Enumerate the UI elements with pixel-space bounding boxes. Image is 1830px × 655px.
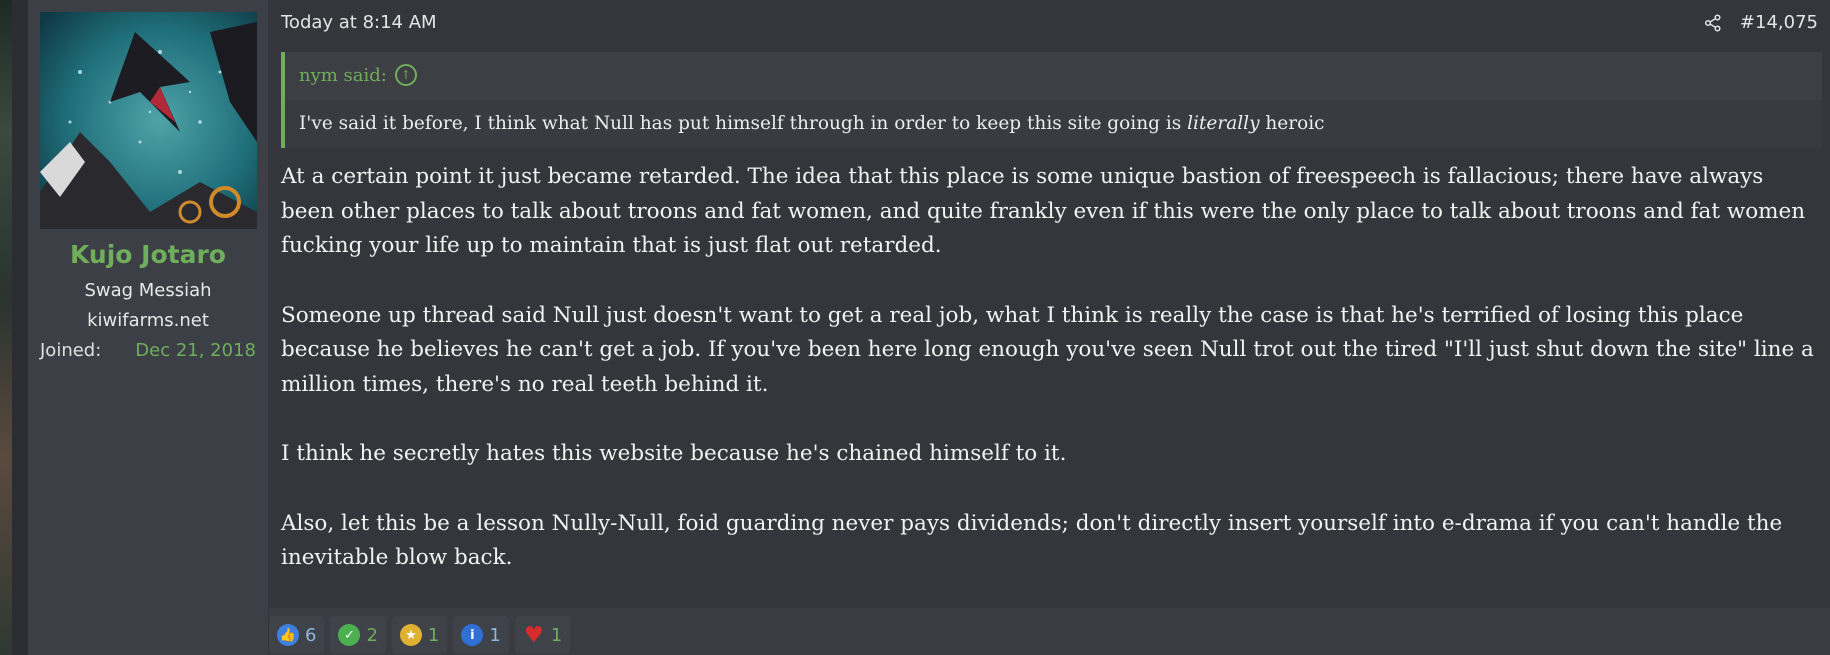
checkmark-icon: ✓ xyxy=(338,624,361,646)
avatar[interactable] xyxy=(40,12,257,229)
heart-icon: ♥ xyxy=(523,622,544,648)
reaction-bar: 👍 6 ✓ 2 ★ 1 i 1 ♥ 1 xyxy=(269,616,571,654)
quote-header[interactable]: nym said: ↑ xyxy=(299,64,417,86)
joined-label: Joined: xyxy=(40,340,102,361)
jump-to-quote-icon[interactable]: ↑ xyxy=(394,64,417,86)
page-edge-background xyxy=(0,0,12,655)
reaction-count: 2 xyxy=(366,624,378,646)
user-title: Swag Messiah xyxy=(84,280,212,301)
thumbs-up-icon: 👍 xyxy=(277,624,299,646)
reaction-count: 1 xyxy=(550,624,563,646)
quote-text: I've said it before, I think what Null h… xyxy=(285,100,1822,148)
reaction-heart[interactable]: ♥ 1 xyxy=(514,616,571,654)
quote-author[interactable]: nym said: xyxy=(299,65,387,86)
post-paragraph: Someone up thread said Null just doesn't… xyxy=(281,302,1814,397)
post-paragraph: At a certain point it just became retard… xyxy=(281,164,1806,258)
username-link[interactable]: Kujo Jotaro xyxy=(28,240,268,269)
reaction-count: 1 xyxy=(489,624,501,646)
post-paragraph: Also, let this be a lesson Nully-Null, f… xyxy=(281,510,1783,571)
forum-post: Kujo Jotaro Swag Messiah kiwifarms.net J… xyxy=(28,0,1830,655)
post-timestamp[interactable]: Today at 8:14 AM xyxy=(281,12,437,33)
reaction-agree[interactable]: ✓ 2 xyxy=(330,616,386,654)
info-icon: i xyxy=(461,624,484,646)
reaction-medal[interactable]: ★ 1 xyxy=(391,616,448,654)
user-site: kiwifarms.net xyxy=(87,310,209,331)
reaction-informative[interactable]: i 1 xyxy=(453,616,509,654)
reaction-count: 1 xyxy=(427,624,440,646)
post-author-sidebar: Kujo Jotaro Swag Messiah kiwifarms.net J… xyxy=(28,0,269,655)
medal-icon: ★ xyxy=(399,624,422,646)
post-tools: #14,075 xyxy=(1704,12,1818,33)
joined-date: Dec 21, 2018 xyxy=(135,340,256,361)
post-number-link[interactable]: #14,075 xyxy=(1740,12,1818,33)
post-body: At a certain point it just became retard… xyxy=(281,160,1821,611)
post-main: Today at 8:14 AM #14,075 nym said: ↑ I'v… xyxy=(269,0,1830,608)
reaction-count: 6 xyxy=(305,624,317,646)
post-paragraph: I think he secretly hates this website b… xyxy=(281,441,1067,466)
share-icon[interactable] xyxy=(1704,13,1722,32)
quote-block: nym said: ↑ I've said it before, I think… xyxy=(281,52,1822,148)
reaction-thumbs-up[interactable]: 👍 6 xyxy=(269,616,325,654)
